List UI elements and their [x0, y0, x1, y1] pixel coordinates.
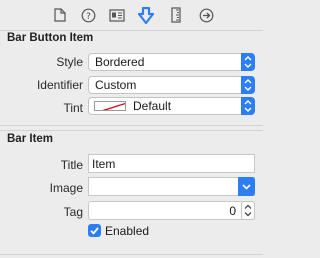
tag-field[interactable]: 0 — [88, 201, 255, 220]
style-value: Bordered — [95, 55, 145, 69]
section-title: Bar Item — [7, 133, 54, 145]
title-label: Title — [60, 158, 83, 172]
chevron-down-icon[interactable] — [238, 177, 255, 196]
image-combo[interactable] — [88, 177, 255, 196]
popup-arrows-icon — [241, 76, 255, 94]
file-inspector-icon[interactable] — [51, 6, 69, 24]
enabled-checkbox[interactable] — [88, 224, 101, 237]
quick-help-icon[interactable]: ? — [79, 6, 97, 24]
tag-stepper[interactable] — [241, 201, 255, 220]
popup-arrows-icon — [241, 53, 255, 71]
tint-label: Tint — [63, 101, 83, 115]
connections-inspector-icon[interactable] — [197, 6, 215, 24]
attributes-inspector-icon[interactable] — [137, 6, 155, 24]
tint-popup[interactable]: Default — [88, 97, 255, 115]
bar-item-section: Bar Item Title Item Image Tag 0 Enabled — [0, 130, 263, 257]
enabled-label[interactable]: Enabled — [105, 224, 149, 238]
image-label: Image — [49, 181, 83, 195]
tag-value: 0 — [229, 204, 236, 218]
style-label: Style — [56, 55, 83, 69]
bar-button-item-section: Bar Button Item Style Bordered Identifie… — [0, 31, 263, 122]
title-field[interactable]: Item — [88, 154, 255, 173]
identifier-label: Identifier — [36, 78, 83, 92]
style-popup[interactable]: Bordered — [88, 53, 255, 71]
tint-value: Default — [133, 99, 172, 113]
tag-label: Tag — [63, 205, 83, 219]
popup-arrows-icon — [241, 97, 255, 115]
identity-inspector-icon[interactable] — [108, 6, 126, 24]
section-divider — [0, 254, 263, 255]
color-swatch-icon — [94, 101, 126, 111]
size-inspector-icon[interactable] — [167, 6, 185, 24]
svg-text:?: ? — [86, 12, 91, 22]
identifier-popup[interactable]: Custom — [88, 76, 255, 94]
section-divider — [0, 125, 263, 126]
inspector-toolbar: ? — [0, 0, 263, 31]
identifier-value: Custom — [95, 78, 137, 92]
section-title: Bar Button Item — [7, 32, 94, 44]
title-value: Item — [92, 157, 116, 171]
